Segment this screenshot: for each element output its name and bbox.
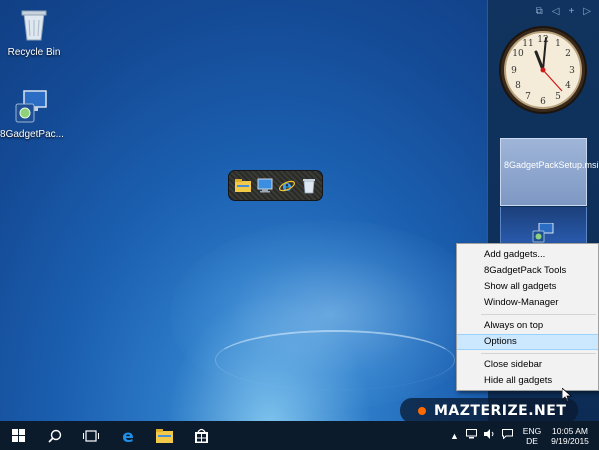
file-explorer-icon — [155, 428, 173, 443]
svg-text:10: 10 — [512, 49, 524, 59]
watermark-text: MAZTERIZE.NET — [434, 402, 567, 419]
watermark: MAZTERIZE.NET — [400, 398, 578, 423]
svg-text:7: 7 — [525, 92, 531, 102]
svg-text:1: 1 — [555, 39, 561, 49]
svg-text:11: 11 — [522, 39, 533, 49]
installer-icon — [12, 88, 52, 126]
svg-text:5: 5 — [555, 92, 561, 102]
show-hidden-icons-icon[interactable]: ▲ — [450, 431, 459, 441]
menu-separator — [481, 314, 596, 315]
watermark-dot-icon — [418, 406, 426, 415]
sidebar-controls: ⧉ ◁ + ▷ — [536, 6, 591, 17]
computer-icon[interactable] — [256, 177, 273, 194]
desktop-icon-label: 8GadgetPac... — [0, 129, 64, 140]
tray-date: 9/19/2015 — [551, 436, 589, 446]
store-button[interactable] — [183, 421, 219, 450]
desktop-icon-label: Recycle Bin — [7, 47, 61, 58]
sidebar-prev-button[interactable]: ◁ — [552, 6, 560, 17]
task-view-button[interactable] — [73, 421, 109, 450]
start-icon — [11, 429, 25, 442]
network-icon[interactable] — [465, 429, 477, 442]
search-button[interactable] — [37, 421, 73, 450]
installer-icon — [532, 223, 554, 243]
gadget-launcher: e — [228, 170, 323, 201]
file-gadget-filename: 8GadgetPackSetup.msi — [504, 160, 599, 170]
menu-item-add-gadgets[interactable]: Add gadgets... — [457, 247, 598, 263]
system-tray: ▲ — [450, 421, 513, 450]
svg-text:12: 12 — [537, 35, 548, 45]
sidebar-pin-button[interactable]: ⧉ — [536, 6, 543, 17]
menu-separator — [481, 353, 596, 354]
store-icon — [194, 428, 208, 443]
svg-text:2: 2 — [565, 49, 571, 59]
desktop-icon-8gadgetpack[interactable]: 8GadgetPac... — [0, 88, 64, 140]
menu-item-close-sidebar[interactable]: Close sidebar — [457, 357, 598, 373]
clock-area[interactable]: 10:05 AM 9/19/2015 — [547, 426, 593, 446]
menu-item-always-on-top[interactable]: Always on top — [457, 318, 598, 334]
internet-explorer-icon[interactable]: e — [278, 177, 295, 194]
language-bottom: DE — [526, 436, 538, 446]
language-indicator[interactable]: ENG DE — [522, 426, 542, 446]
volume-icon[interactable] — [483, 429, 495, 442]
clock-gadget[interactable]: 12 1 2 345 678 9 10 11 — [498, 25, 588, 115]
menu-item-8gadgetpack-tools[interactable]: 8GadgetPack Tools — [457, 263, 598, 279]
svg-text:9: 9 — [511, 66, 517, 76]
file-gadget[interactable]: 8GadgetPackSetup.msi — [500, 138, 599, 206]
recycle-bin-icon — [14, 6, 54, 44]
file-explorer-icon[interactable] — [234, 177, 251, 194]
start-button[interactable] — [0, 421, 36, 450]
sidebar-context-menu: Add gadgets... 8GadgetPack Tools Show al… — [456, 243, 599, 391]
search-icon — [48, 429, 62, 443]
menu-item-show-all-gadgets[interactable]: Show all gadgets — [457, 279, 598, 295]
language-top: ENG — [522, 426, 542, 436]
task-view-icon — [83, 429, 99, 442]
menu-item-options[interactable]: Options — [457, 334, 598, 350]
desktop-icon-recycle-bin[interactable]: Recycle Bin — [2, 6, 66, 58]
svg-text:3: 3 — [569, 66, 575, 76]
svg-text:4: 4 — [565, 81, 571, 91]
svg-text:6: 6 — [540, 97, 546, 107]
file-gadget-preview — [500, 207, 587, 247]
sidebar-add-button[interactable]: + — [568, 6, 574, 17]
svg-text:e: e — [282, 178, 292, 194]
svg-text:8: 8 — [515, 81, 521, 91]
wallpaper-ripple — [215, 330, 455, 390]
file-explorer-button[interactable] — [146, 421, 182, 450]
menu-item-hide-all-gadgets[interactable]: Hide all gadgets — [457, 373, 598, 389]
tray-time: 10:05 AM — [552, 426, 588, 436]
edge-icon: e — [122, 428, 134, 444]
recycle-bin-icon[interactable] — [300, 177, 317, 194]
sidebar-next-button[interactable]: ▷ — [583, 6, 591, 17]
edge-button[interactable]: e — [110, 421, 146, 450]
action-center-icon[interactable] — [501, 429, 513, 442]
svg-text:e: e — [122, 428, 134, 444]
menu-item-window-manager[interactable]: Window-Manager — [457, 295, 598, 311]
taskbar: e ▲ ENG DE 10:05 AM 9/19/2015 — [0, 421, 599, 450]
